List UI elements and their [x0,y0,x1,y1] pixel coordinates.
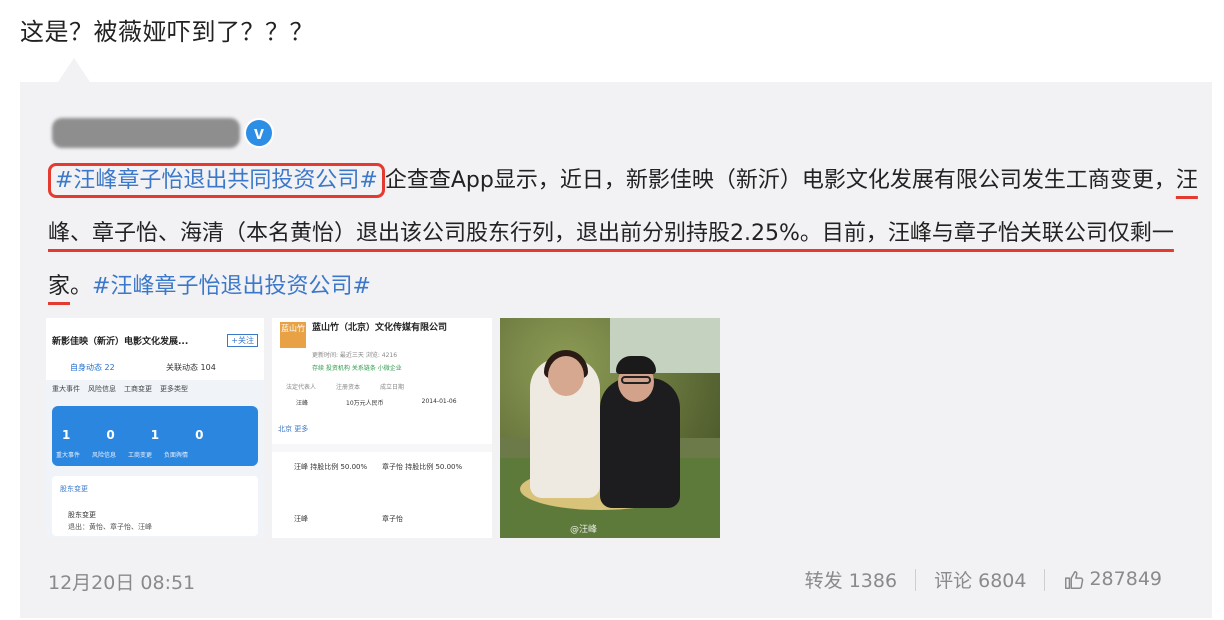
action-bar: 转发 1386 评论 6804 287849 [805,566,1162,593]
thumb1-chip: 重大事件 [52,385,80,393]
photo-man-hair [616,356,656,374]
content-text: 企查查App显示，近日，新影佳映（新沂）电影文化发展有限公司发生工商变更， [384,168,1176,193]
thumb2-columns: 法定代表人 注册资本 成立日期 [286,382,404,391]
thumb2-col: 成立日期 [380,384,405,391]
like-count: 287849 [1089,568,1162,591]
thumbnail-2[interactable]: 蓝山竹 蓝山竹（北京）文化传媒有限公司 更新时间: 最近三天 浏览: 4216 … [272,318,492,538]
repost-author[interactable]: v [52,118,274,148]
thumb1-chips: 重大事件 风险信息 工商变更 更多类型 [52,384,188,394]
thumb2-company-name: 蓝山竹（北京）文化传媒有限公司 [312,323,448,333]
thumb1-label: 重大事件 [56,452,81,459]
thumb1-chip: 更多类型 [160,385,188,393]
image-thumbnails: 新影佳映（新沂）电影文化发展... +关注 自身动态 22 关联动态 104 重… [46,318,720,538]
repost-card: v #汪峰章子怡退出共同投资公司# 企查查App显示，近日，新影佳映（新沂）电影文… [20,82,1212,618]
thumb1-change-tag: 股东变更 [60,485,88,493]
thumb2-company-logo: 蓝山竹 [280,322,306,348]
photo-watermark: @汪峰 [570,525,598,535]
thumb2-person: 汪峰 [294,515,308,523]
thumbs-up-icon [1065,570,1084,589]
thumb1-nums: 1 0 1 0 [62,428,203,442]
hashtag-highlight-box: #汪峰章子怡退出共同投资公司# [48,163,385,198]
thumb1-chip: 风险信息 [88,385,116,393]
post-timestamp[interactable]: 12月20日 08:51 [48,568,195,595]
divider [915,568,917,591]
thumb2-meta: 更新时间: 最近三天 浏览: 4216 [312,352,398,359]
thumb2-shareholder: 章子怡 持股比例 50.00% [382,463,463,471]
thumb2-shareholder: 汪峰 持股比例 50.00% [294,463,368,471]
thumbnail-1[interactable]: 新影佳映（新沂）电影文化发展... +关注 自身动态 22 关联动态 104 重… [46,318,264,538]
thumb2-location: 北京 更多 [278,425,309,433]
comment-button[interactable]: 评论 6804 [934,566,1026,593]
photo-woman-face [548,356,584,396]
thumb2-col: 注册资本 [336,384,361,391]
thumb1-labels: 重大事件 风险信息 工商变更 负面舆情 [56,450,188,459]
thumb1-title: 新影佳映（新沂）电影文化发展... [52,337,189,347]
thumb1-change-text: 退出：黄怡、章子怡、汪峰 [68,523,152,531]
forward-button[interactable]: 转发 1386 [805,566,897,593]
post-text: 这是？被薇娅吓到了？？？ [20,18,314,46]
thumb1-label: 工商变更 [128,452,153,459]
author-name-blurred[interactable] [52,118,240,148]
like-button[interactable]: 287849 [1063,568,1162,591]
thumb1-chip: 工商变更 [124,385,152,393]
verified-icon: v [244,118,274,148]
repost-arrow [58,58,90,82]
thumb2-val: 汪峰 [296,400,309,407]
thumb1-num: 0 [106,428,115,442]
thumb1-change-title: 股东变更 [68,511,96,519]
hashtag-link[interactable]: #汪峰章子怡退出共同投资公司# [55,168,378,193]
thumb1-label: 风险信息 [92,452,117,459]
thumb1-num: 0 [195,428,204,442]
thumb2-person: 章子怡 [382,515,403,523]
thumb2-val: 2014-01-06 [421,398,457,405]
thumb1-tab1: 自身动态 22 [70,363,115,372]
thumb2-val: 10万元人民币 [346,400,384,407]
thumbnail-3-photo[interactable]: @汪峰 [500,318,720,538]
repost-content: #汪峰章子怡退出共同投资公司# 企查查App显示，近日，新影佳映（新沂）电影文化发… [48,154,1198,313]
thumb2-values: 汪峰 10万元人民币 2014-01-06 [296,398,457,407]
divider [1044,568,1046,591]
thumb1-tab2: 关联动态 104 [166,363,216,372]
thumb2-col: 法定代表人 [286,384,317,391]
thumb1-num: 1 [150,428,160,442]
photo-man-glasses [621,376,651,384]
hashtag-link-2[interactable]: #汪峰章子怡退出投资公司# [92,274,371,299]
thumb1-follow-tag: +关注 [227,334,258,347]
thumb1-num: 1 [62,428,71,442]
thumb2-status: 存续 投资机构 关系链条 小微企业 [312,365,402,372]
content-text-end: 。 [70,274,93,299]
thumb1-label: 负面舆情 [164,452,189,459]
